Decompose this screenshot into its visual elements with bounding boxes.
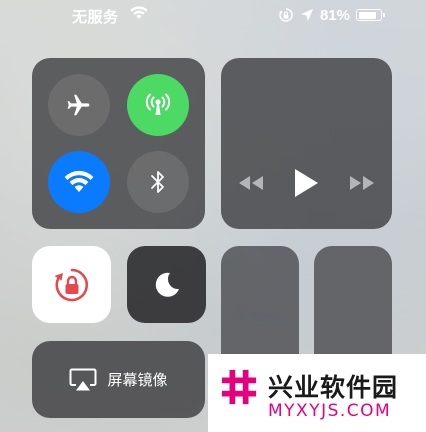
bluetooth-button[interactable] — [127, 151, 189, 213]
play-icon — [295, 169, 318, 197]
media-controls — [221, 166, 392, 200]
battery-fill — [358, 11, 376, 19]
rewind-icon — [239, 176, 263, 190]
wifi-status-icon — [130, 6, 148, 19]
airplane-mode-button[interactable] — [48, 74, 110, 136]
watermark-url: MYXYJS.COM — [268, 401, 392, 421]
status-bar: 无服务 81% — [0, 0, 426, 34]
media-panel — [221, 58, 392, 229]
bluetooth-icon — [151, 171, 164, 193]
connectivity-panel — [32, 58, 205, 229]
moon-icon — [155, 272, 179, 297]
rotation-lock-icon — [54, 268, 88, 301]
battery-percent: 81% — [319, 6, 350, 24]
airplay-icon — [69, 368, 97, 390]
battery-icon — [356, 9, 385, 21]
cellular-antenna-icon — [145, 93, 171, 115]
watermark-title: 兴业软件园 — [268, 373, 399, 402]
rotation-lock-status-icon — [278, 8, 293, 22]
hashtag-logo-icon — [221, 369, 257, 405]
wifi-button[interactable] — [48, 151, 110, 213]
screen-mirroring-button[interactable]: 屏幕镜像 — [32, 341, 205, 418]
wifi-icon — [64, 170, 94, 192]
status-right-group: 81% — [278, 5, 385, 25]
carrier-label: 无服务 — [72, 9, 119, 26]
rotation-lock-button[interactable] — [32, 246, 111, 323]
fast-forward-button[interactable] — [346, 172, 378, 194]
screen-mirroring-label: 屏幕镜像 — [107, 371, 168, 389]
watermark: 兴业软件园 MYXYJS.COM — [208, 354, 426, 432]
airplane-icon — [67, 94, 90, 116]
fast-forward-icon — [350, 176, 374, 190]
cellular-data-button[interactable] — [127, 74, 189, 136]
rewind-button[interactable] — [235, 172, 267, 194]
play-button[interactable] — [291, 166, 321, 200]
location-arrow-icon — [300, 8, 314, 22]
do-not-disturb-button[interactable] — [127, 246, 206, 323]
